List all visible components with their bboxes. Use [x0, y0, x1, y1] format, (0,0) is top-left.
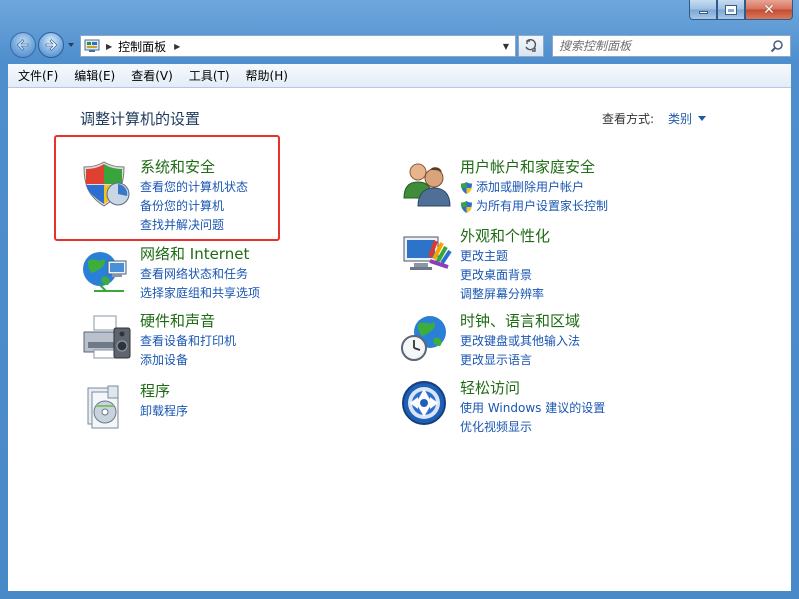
- caption-buttons: ✕: [689, 0, 793, 20]
- category-title-ease-of-access[interactable]: 轻松访问: [460, 379, 605, 397]
- appearance-monitor-icon[interactable]: [400, 227, 452, 279]
- back-arrow-icon: [16, 39, 29, 51]
- link-windows-suggested-settings[interactable]: 使用 Windows 建议的设置: [460, 399, 605, 418]
- category-title-network-internet[interactable]: 网络和 Internet: [140, 245, 260, 263]
- search-icon[interactable]: [770, 39, 784, 53]
- programs-icon[interactable]: [80, 382, 132, 434]
- refresh-icon: [525, 39, 537, 52]
- uac-shield-icon: [461, 181, 472, 194]
- menu-edit[interactable]: 编辑(E): [64, 67, 121, 84]
- minimize-button[interactable]: [689, 0, 717, 20]
- search-input[interactable]: [553, 38, 770, 54]
- menu-help[interactable]: 帮助(H): [236, 67, 294, 84]
- category-hardware-sound: 硬件和声音 查看设备和打印机 添加设备: [80, 312, 236, 370]
- menu-view[interactable]: 查看(V): [121, 67, 179, 84]
- refresh-button[interactable]: [518, 35, 544, 57]
- view-by: 查看方式: 类别: [602, 110, 706, 127]
- link-parental-controls-label[interactable]: 为所有用户设置家长控制: [476, 197, 608, 216]
- recent-pages-dropdown-icon[interactable]: [66, 40, 76, 50]
- category-user-accounts: 用户帐户和家庭安全 添加或删除用户帐户 为所有用户设置家长控制: [400, 158, 608, 216]
- breadcrumb-control-panel[interactable]: 控制面板: [118, 38, 166, 55]
- category-network-internet: 网络和 Internet 查看网络状态和任务 选择家庭组和共享选项: [80, 245, 260, 303]
- control-panel-window: ✕ ▶ 控制面板 ▶ ▼ 搜索控制面板 文件(F) 编辑(E) 查看(V) 工具…: [0, 0, 799, 599]
- close-icon: ✕: [763, 1, 775, 18]
- menu-file[interactable]: 文件(F): [8, 67, 64, 84]
- category-clock-language-region: 时钟、语言和区域 更改键盘或其他输入法 更改显示语言: [400, 312, 580, 370]
- link-uninstall-program[interactable]: 卸载程序: [140, 402, 188, 421]
- forward-button[interactable]: [38, 32, 64, 58]
- link-add-device[interactable]: 添加设备: [140, 351, 236, 370]
- clock-globe-icon[interactable]: [400, 312, 452, 364]
- network-globe-icon[interactable]: [80, 245, 132, 297]
- maximize-button[interactable]: [717, 0, 745, 20]
- maximize-icon: [725, 4, 737, 15]
- address-dropdown-icon[interactable]: ▼: [503, 42, 509, 51]
- link-add-remove-accounts-label[interactable]: 添加或删除用户帐户: [476, 178, 584, 197]
- content-area: 调整计算机的设置 查看方式: 类别 系统和安全 查看您的计算机状态 备份您的计算…: [8, 88, 791, 591]
- category-title-clock-language-region[interactable]: 时钟、语言和区域: [460, 312, 580, 330]
- highlight-box: [54, 135, 280, 241]
- link-add-remove-accounts[interactable]: 添加或删除用户帐户: [460, 178, 608, 197]
- category-title-appearance[interactable]: 外观和个性化: [460, 227, 550, 245]
- link-view-network-status[interactable]: 查看网络状态和任务: [140, 265, 260, 284]
- category-title-user-accounts[interactable]: 用户帐户和家庭安全: [460, 158, 608, 176]
- uac-shield-icon: [461, 200, 472, 213]
- link-homegroup-sharing[interactable]: 选择家庭组和共享选项: [140, 284, 260, 303]
- view-by-label: 查看方式:: [601, 112, 654, 126]
- address-bar[interactable]: ▶ 控制面板 ▶ ▼: [80, 35, 516, 57]
- category-ease-of-access: 轻松访问 使用 Windows 建议的设置 优化视频显示: [400, 379, 605, 437]
- category-title-hardware-sound[interactable]: 硬件和声音: [140, 312, 236, 330]
- link-parental-controls[interactable]: 为所有用户设置家长控制: [460, 197, 608, 216]
- minimize-icon: [698, 11, 708, 14]
- navigation-bar: ▶ 控制面板 ▶ ▼: [0, 30, 799, 60]
- menu-bar: 文件(F) 编辑(E) 查看(V) 工具(T) 帮助(H): [8, 64, 791, 88]
- ease-of-access-icon[interactable]: [400, 379, 452, 431]
- link-optimize-visual-display[interactable]: 优化视频显示: [460, 418, 605, 437]
- view-by-dropdown[interactable]: 类别: [668, 110, 692, 127]
- page-title: 调整计算机的设置: [80, 110, 201, 128]
- link-change-theme[interactable]: 更改主题: [460, 247, 550, 266]
- user-accounts-icon[interactable]: [400, 158, 452, 210]
- search-box[interactable]: [552, 35, 791, 57]
- view-by-chevron-down-icon[interactable]: [698, 116, 706, 121]
- link-change-keyboard[interactable]: 更改键盘或其他输入法: [460, 332, 580, 351]
- link-change-display-language[interactable]: 更改显示语言: [460, 351, 580, 370]
- link-change-background[interactable]: 更改桌面背景: [460, 266, 550, 285]
- breadcrumb-chevron-icon[interactable]: ▶: [174, 42, 180, 51]
- back-button[interactable]: [10, 32, 36, 58]
- category-programs: 程序 卸载程序: [80, 382, 188, 434]
- control-panel-icon: [84, 39, 100, 52]
- category-appearance: 外观和个性化 更改主题 更改桌面背景 调整屏幕分辨率: [400, 227, 550, 304]
- breadcrumb-separator-icon[interactable]: ▶: [106, 42, 112, 51]
- link-screen-resolution[interactable]: 调整屏幕分辨率: [460, 285, 550, 304]
- close-button[interactable]: ✕: [745, 0, 793, 20]
- printer-icon[interactable]: [80, 312, 132, 364]
- link-devices-printers[interactable]: 查看设备和打印机: [140, 332, 236, 351]
- forward-arrow-icon: [45, 39, 58, 51]
- category-title-programs[interactable]: 程序: [140, 382, 188, 400]
- menu-tools[interactable]: 工具(T): [179, 67, 236, 84]
